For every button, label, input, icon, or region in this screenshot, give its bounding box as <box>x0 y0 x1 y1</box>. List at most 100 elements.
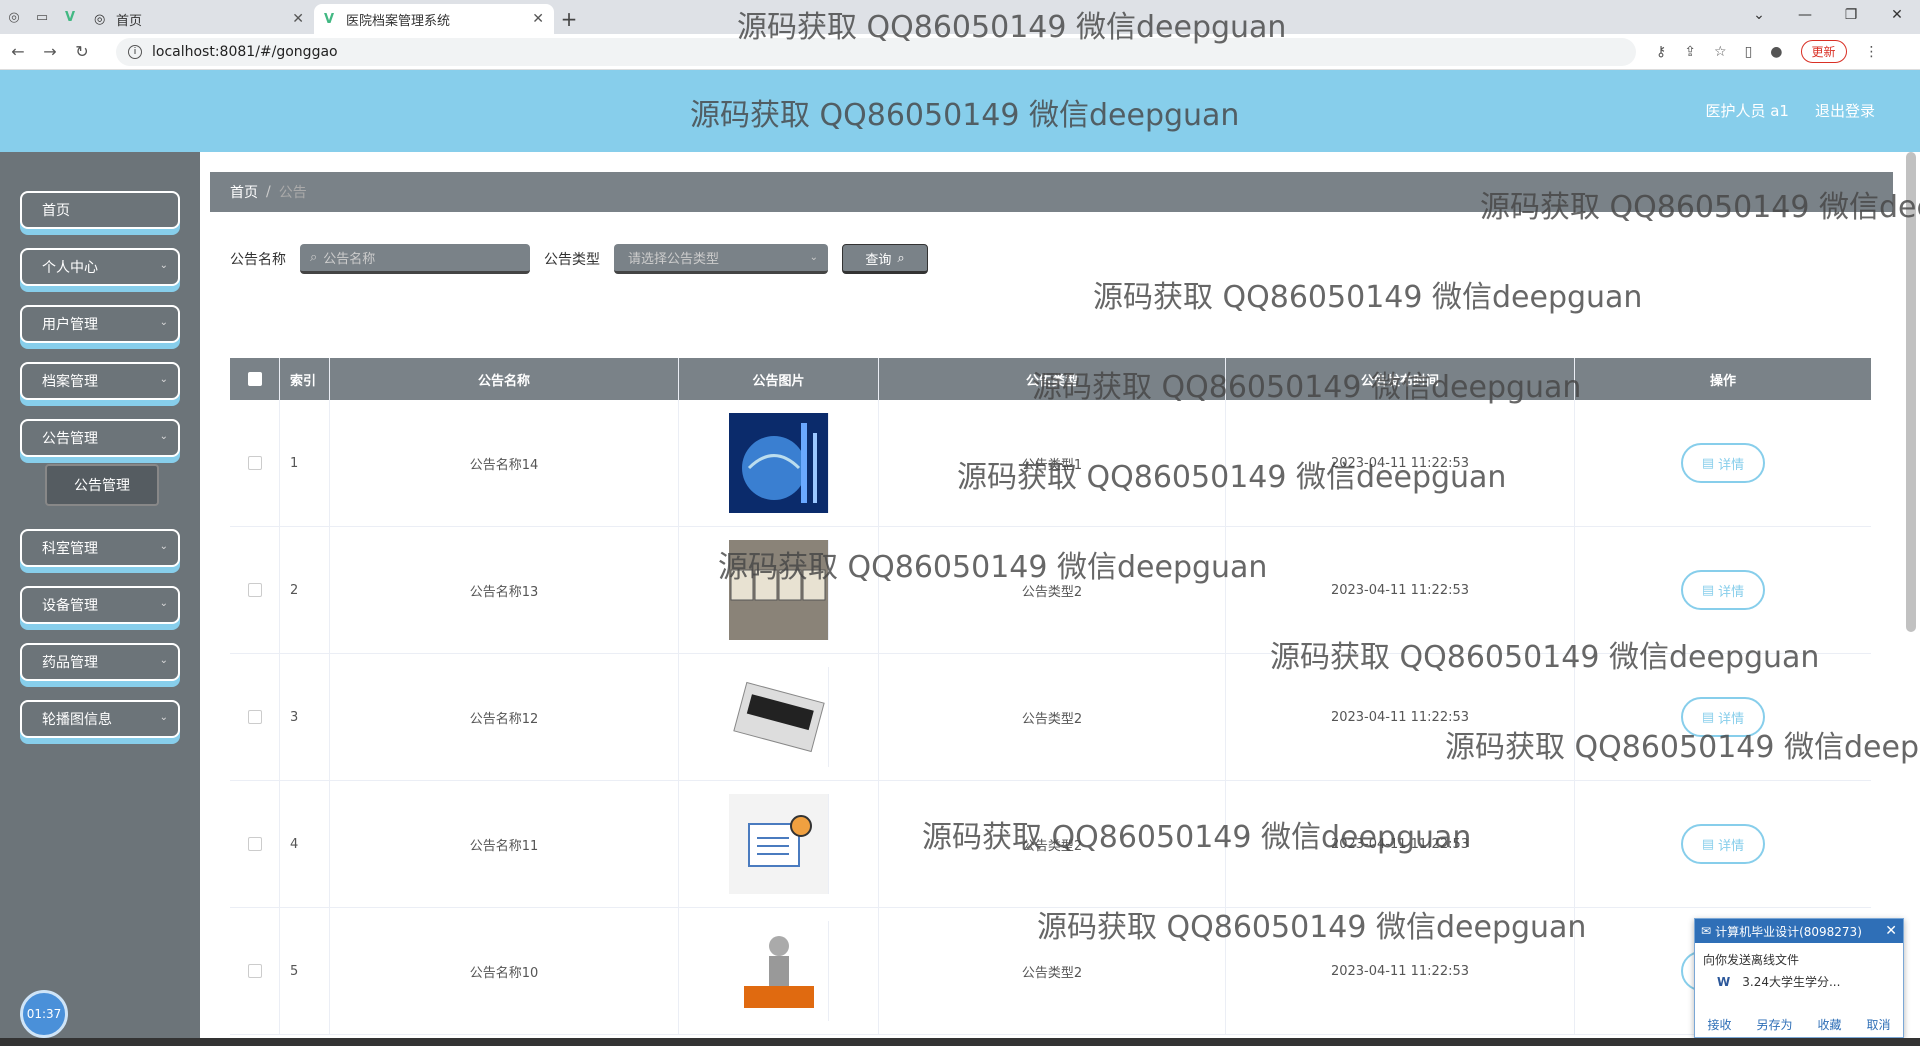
restore-icon[interactable]: ❐ <box>1828 0 1874 30</box>
breadcrumb-home[interactable]: 首页 <box>230 182 258 202</box>
sidebar-item-profile[interactable]: 个人中心 ⌄ <box>20 248 180 286</box>
back-icon[interactable]: ← <box>4 38 32 66</box>
key-icon[interactable]: ⚷ <box>1656 44 1666 60</box>
app-header: 医护人员 a1 退出登录 <box>0 70 1920 152</box>
popup-file[interactable]: W 3.24大学生学分... <box>1703 971 1895 993</box>
blank-tab-icon[interactable]: ▭ <box>28 0 56 34</box>
share-icon[interactable]: ⇪ <box>1684 44 1696 60</box>
update-button[interactable]: 更新 <box>1800 40 1847 63</box>
sidepanel-icon[interactable]: ▯ <box>1745 44 1753 60</box>
logout-link[interactable]: 退出登录 <box>1815 100 1875 121</box>
chevron-down-icon: ⌄ <box>159 374 168 385</box>
breadcrumb-separator: / <box>266 184 271 200</box>
table-row: 3 公告名称12 公告类型2 2023-04-11 11:22:53 ▤ 详情 <box>230 654 1871 781</box>
cell-name: 公告名称14 <box>330 400 679 526</box>
detail-button[interactable]: ▤详情 <box>1681 443 1765 483</box>
detail-label: 详情 <box>1718 457 1745 473</box>
cancel-link[interactable]: 取消 <box>1866 1016 1890 1033</box>
select-all-checkbox[interactable] <box>247 372 262 386</box>
row-checkbox[interactable] <box>247 837 262 851</box>
table-row: 1 公告名称14 公告类型1 2023-04-11 11:22:53 ▤ 详情 <box>230 400 1871 527</box>
vue-icon: V <box>324 12 335 27</box>
chevron-down-icon: ⌄ <box>159 541 168 552</box>
new-tab-button[interactable]: + <box>554 4 584 34</box>
url-field[interactable]: i localhost:8081/#/gonggao <box>116 37 1636 66</box>
notice-name-placeholder: 公告名称 <box>323 252 376 267</box>
close-window-icon[interactable]: ✕ <box>1874 0 1920 30</box>
detail-button[interactable]: ▤详情 <box>1681 570 1765 610</box>
sidebar-item-archives[interactable]: 档案管理 ⌄ <box>20 362 180 400</box>
chevron-down-icon[interactable]: ⌄ <box>1736 0 1782 30</box>
notice-image <box>728 921 829 1021</box>
sidebar-item-departments[interactable]: 科室管理 ⌄ <box>20 529 180 567</box>
reload-icon[interactable]: ↻ <box>68 38 96 66</box>
sidebar: 首页 个人中心 ⌄ 用户管理 ⌄ 档案管理 ⌄ 公告管理 ⌄ 公告管理 科室管理 ⌄ 设备… <box>0 152 200 1046</box>
cell-name: 公告名称13 <box>330 527 679 653</box>
cell-type: 公告类型2 <box>879 908 1226 1034</box>
row-checkbox[interactable] <box>247 710 262 724</box>
chevron-down-icon: ⌄ <box>159 431 168 442</box>
cell-index: 3 <box>280 654 330 780</box>
detail-button[interactable]: ▤详情 <box>1681 824 1765 864</box>
query-button[interactable]: 查询 ⌕ <box>842 244 928 274</box>
sidebar-item-notices[interactable]: 公告管理 ⌄ <box>20 419 180 457</box>
url-text: localhost:8081/#/gonggao <box>152 43 338 60</box>
file-transfer-popup: ✉ 计算机毕业设计(8098273) ✕ 向你发送离线文件 W 3.24大学生学… <box>1694 918 1904 1038</box>
favorite-link[interactable]: 收藏 <box>1817 1016 1841 1033</box>
close-icon[interactable]: ✕ <box>532 11 544 27</box>
notice-image <box>728 413 829 513</box>
cell-type: 公告类型2 <box>879 527 1226 653</box>
col-name: 公告名称 <box>330 358 679 400</box>
popup-message: 向你发送离线文件 <box>1703 953 1800 967</box>
search-icon: ⌕ <box>897 250 905 266</box>
scrollbar[interactable] <box>1906 152 1916 632</box>
document-icon: ▤ <box>1701 582 1715 598</box>
sidebar-item-carousel[interactable]: 轮播图信息 ⌄ <box>20 700 180 738</box>
table-row: 2 公告名称13 公告类型2 2023-04-11 11:22:53 ▤ 详情 <box>230 527 1871 654</box>
close-icon[interactable]: ✕ <box>292 11 304 27</box>
save-as-link[interactable]: 另存为 <box>1756 1016 1792 1033</box>
chevron-down-icon: ⌄ <box>159 712 168 723</box>
row-checkbox[interactable] <box>247 456 262 470</box>
forward-icon[interactable]: → <box>36 38 64 66</box>
sidebar-item-equipment[interactable]: 设备管理 ⌄ <box>20 586 180 624</box>
detail-button[interactable]: ▤详情 <box>1681 697 1765 737</box>
cell-type: 公告类型2 <box>879 781 1226 907</box>
menu-icon[interactable]: ⋮ <box>1865 44 1879 60</box>
cell-name: 公告名称10 <box>330 908 679 1034</box>
notice-type-select[interactable]: 请选择公告类型 ⌄ <box>614 244 828 274</box>
sidebar-item-home[interactable]: 首页 <box>20 191 180 229</box>
row-checkbox[interactable] <box>247 583 262 597</box>
cell-index: 5 <box>280 908 330 1034</box>
minimize-icon[interactable]: — <box>1782 0 1828 30</box>
receive-link[interactable]: 接收 <box>1707 1016 1731 1033</box>
info-icon[interactable]: i <box>128 44 142 59</box>
close-icon[interactable]: ✕ <box>1885 923 1897 939</box>
name-label: 公告名称 <box>230 252 286 268</box>
row-checkbox[interactable] <box>247 964 262 978</box>
sidebar-item-label: 个人中心 <box>42 260 98 276</box>
chevron-down-icon: ⌄ <box>159 260 168 271</box>
browser-tab-strip: ◎ ▭ V ◎ 首页 ✕ V 医院档案管理系统 ✕ + ⌄ — ❐ ✕ <box>0 0 1920 34</box>
profile-icon[interactable]: ● <box>1770 44 1782 60</box>
browser-icon[interactable]: ◎ <box>0 0 28 34</box>
tab-hospital[interactable]: V 医院档案管理系统 ✕ <box>314 4 554 34</box>
sidebar-item-label: 药品管理 <box>42 655 98 671</box>
search-icon: ⌕ <box>310 250 318 265</box>
document-icon: ▤ <box>1701 455 1715 471</box>
sidebar-subitem-notices[interactable]: 公告管理 <box>45 464 159 506</box>
taskbar-edge <box>0 1038 1920 1046</box>
table-row: 5 公告名称10 公告类型2 2023-04-11 11:22:53 ▤详情 <box>230 908 1871 1035</box>
col-index: 索引 <box>280 358 330 400</box>
vue-icon[interactable]: V <box>56 0 84 34</box>
notice-name-input[interactable]: ⌕ 公告名称 <box>300 244 530 274</box>
col-time: 公告发布时间 <box>1226 358 1575 400</box>
tab-label: 医院档案管理系统 <box>346 13 451 29</box>
sidebar-item-users[interactable]: 用户管理 ⌄ <box>20 305 180 343</box>
sidebar-item-medicines[interactable]: 药品管理 ⌄ <box>20 643 180 681</box>
clock-badge[interactable]: 01:37 <box>20 990 68 1038</box>
tab-home[interactable]: ◎ 首页 ✕ <box>84 4 314 34</box>
notice-image <box>728 540 829 640</box>
breadcrumb: 首页 / 公告 <box>210 172 1893 212</box>
star-icon[interactable]: ☆ <box>1714 44 1727 60</box>
